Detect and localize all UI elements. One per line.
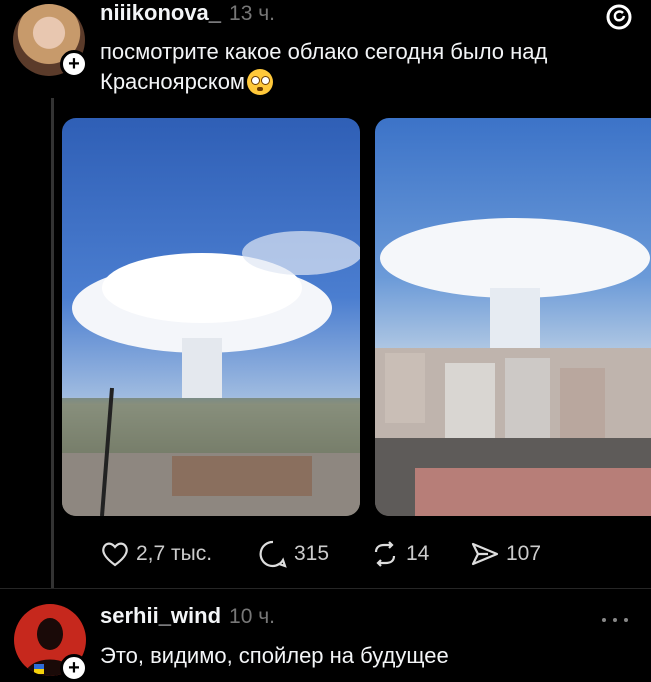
- post-photo-1[interactable]: [62, 118, 360, 516]
- more-dots-icon[interactable]: [600, 612, 630, 622]
- like-count: 2,7 тыс.: [136, 542, 213, 565]
- repost-icon: [374, 541, 396, 567]
- flushed-emoji: [247, 69, 274, 95]
- post-text: посмотрите какое облако сегодня было над…: [100, 37, 640, 97]
- follow-plus-button[interactable]: +: [60, 50, 88, 78]
- repost-action[interactable]: 14: [370, 538, 429, 570]
- divider: [0, 588, 651, 589]
- post-text-line1: посмотрите какое облако сегодня было над: [100, 39, 548, 64]
- post-time: 13 ч.: [229, 2, 276, 25]
- reply-time: 10 ч.: [229, 605, 276, 628]
- thread-connector-line: [51, 98, 54, 588]
- post-username[interactable]: niiikonova_: [100, 0, 221, 26]
- reply-text: Это, видимо, спойлер на будущее: [100, 643, 449, 668]
- repost-count: 14: [406, 542, 430, 565]
- comment-action[interactable]: 315: [258, 538, 329, 570]
- comment-count: 315: [294, 542, 330, 565]
- threads-icon[interactable]: [604, 2, 634, 32]
- send-icon: [471, 542, 499, 566]
- post-photo-2[interactable]: [375, 118, 651, 516]
- reply-follow-plus-button[interactable]: +: [60, 654, 88, 682]
- heart-icon: [102, 542, 128, 567]
- like-action[interactable]: 2,7 тыс.: [100, 538, 212, 570]
- reply-username[interactable]: serhii_wind: [100, 603, 221, 629]
- post-text-line2: Красноярском: [100, 69, 246, 94]
- share-action[interactable]: 107: [470, 538, 541, 570]
- comment-icon: [259, 540, 287, 568]
- share-count: 107: [506, 542, 542, 565]
